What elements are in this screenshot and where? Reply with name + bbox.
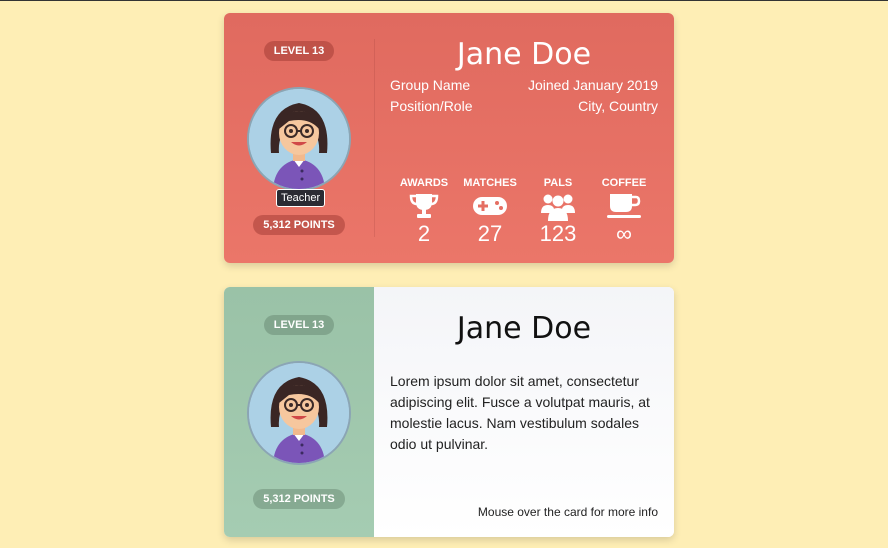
avatar xyxy=(247,361,351,465)
hover-hint: Mouse over the card for more info xyxy=(477,505,658,519)
stat-matches: MATCHES 27 xyxy=(460,177,520,245)
profile-name: Jane Doe xyxy=(456,311,592,346)
position-role: Position/Role xyxy=(390,98,473,114)
stat-label: AWARDS xyxy=(399,177,449,189)
location: City, Country xyxy=(578,98,658,114)
joined-date: Joined January 2019 xyxy=(528,77,658,93)
role-tag: Teacher xyxy=(276,189,326,207)
users-icon xyxy=(528,191,588,221)
points-badge: 5,312 POINTS xyxy=(253,215,345,235)
stat-value: ∞ xyxy=(616,221,632,246)
stat-label: COFFEE xyxy=(601,177,647,189)
profile-name: Jane Doe xyxy=(456,37,592,72)
group-name: Group Name xyxy=(390,77,471,93)
level-badge: LEVEL 13 xyxy=(264,41,334,61)
avatar-illustration xyxy=(249,89,349,189)
profile-card-collapsed[interactable]: LEVEL 13 5,312 POINTS Jane Doe Lorem ips… xyxy=(224,287,674,537)
stat-pals: PALS 123 xyxy=(528,177,588,245)
card-left-panel: LEVEL 13 5,312 POINTS xyxy=(224,287,374,537)
avatar xyxy=(247,87,351,191)
stat-value: 27 xyxy=(477,221,503,246)
stat-value: 123 xyxy=(539,221,577,246)
stat-label: MATCHES xyxy=(463,177,517,189)
stat-coffee: COFFEE ∞ xyxy=(594,177,654,245)
profile-bio: Lorem ipsum dolor sit amet, consectetur … xyxy=(390,373,650,452)
points-badge: 5,312 POINTS xyxy=(253,489,345,509)
profile-card-expanded[interactable]: LEVEL 13 Teacher 5,312 POINTS Jane Doe G… xyxy=(224,13,674,263)
level-badge: LEVEL 13 xyxy=(264,315,334,335)
avatar-illustration xyxy=(249,363,349,463)
coffee-icon xyxy=(594,191,654,221)
gamepad-icon xyxy=(460,191,520,221)
card-left-panel: LEVEL 13 Teacher 5,312 POINTS xyxy=(224,13,374,263)
trophy-icon xyxy=(394,191,454,221)
stat-label: PALS xyxy=(543,177,573,189)
stat-awards: AWARDS 2 xyxy=(394,177,454,245)
stat-value: 2 xyxy=(417,221,431,246)
